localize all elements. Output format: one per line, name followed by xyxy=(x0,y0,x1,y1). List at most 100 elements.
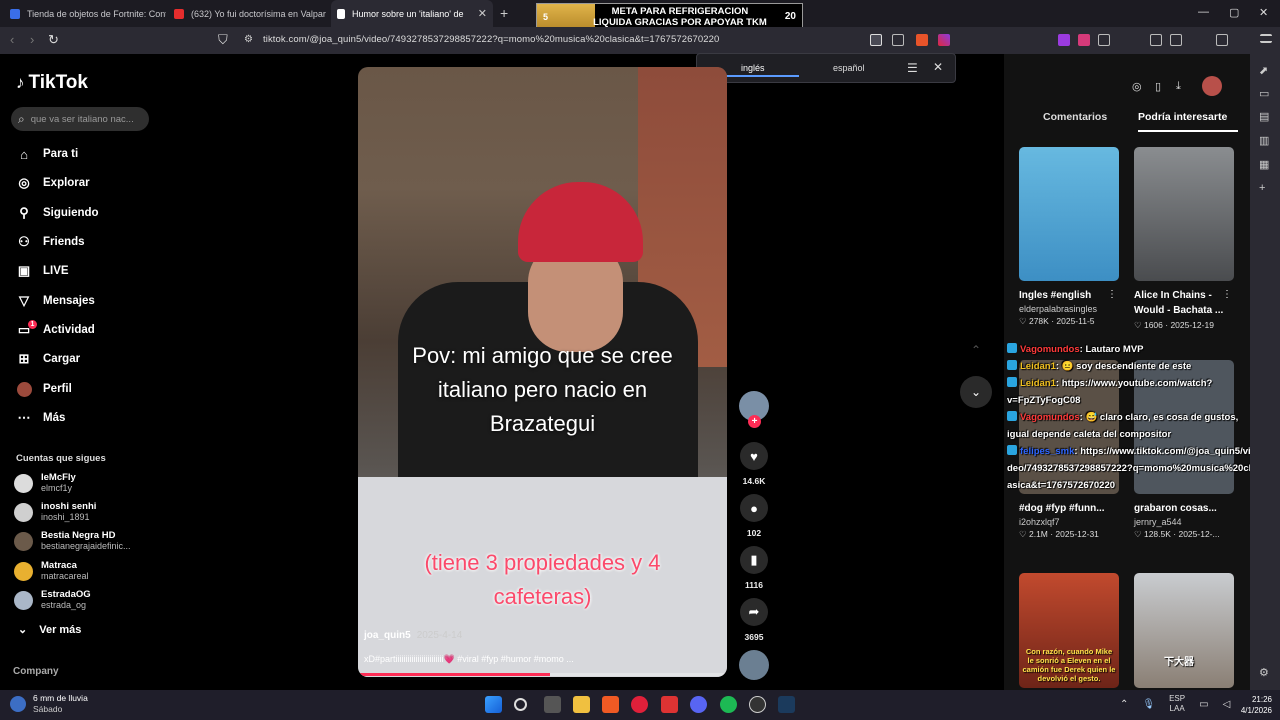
next-video-button[interactable]: ⌄ xyxy=(960,376,992,408)
discord-icon[interactable] xyxy=(690,696,707,713)
comment-button[interactable]: ● 102 xyxy=(738,494,770,538)
phone-icon[interactable]: ▯ xyxy=(1155,80,1161,93)
tiktok-logo[interactable]: ♪ TikTok xyxy=(16,72,88,94)
video-progress-bar[interactable] xyxy=(358,673,727,676)
close-tab-icon[interactable]: ✕ xyxy=(472,7,487,20)
tab-podria-interesarte[interactable]: Podría interesarte xyxy=(1138,111,1227,123)
app-red-icon[interactable] xyxy=(661,696,678,713)
brave-rewards-icon[interactable] xyxy=(938,34,950,46)
obs-icon[interactable] xyxy=(749,696,766,713)
translate-icon[interactable] xyxy=(870,34,882,46)
nav-cargar[interactable]: ⊞ Cargar xyxy=(16,348,81,370)
reload-icon[interactable]: ↻ xyxy=(48,32,59,48)
media-icon[interactable] xyxy=(1150,34,1162,46)
previous-video-button[interactable]: ⌃ xyxy=(960,334,992,366)
search-input[interactable]: ⌕ que va ser italiano nac... xyxy=(11,107,149,131)
user-avatar[interactable] xyxy=(1202,76,1222,96)
nav-live[interactable]: ▣ LIVE xyxy=(16,260,69,282)
volume-icon[interactable]: ◁ xyxy=(1223,699,1231,710)
extensions-icon[interactable] xyxy=(1098,34,1110,46)
task-view-icon[interactable] xyxy=(544,696,561,713)
following-account[interactable]: Bestia Negra HD bestianegrajaidefinic... xyxy=(14,529,131,553)
youtube-music-icon[interactable] xyxy=(631,696,648,713)
minimize-icon[interactable]: — xyxy=(1198,6,1209,18)
close-window-icon[interactable]: ✕ xyxy=(1259,6,1268,19)
sidebar-wallet-icon[interactable]: ▤ xyxy=(1259,110,1269,123)
banner-text: META PARA REFRIGERACION LIQUIDA GRACIAS … xyxy=(575,6,785,28)
file-explorer-icon[interactable] xyxy=(573,696,590,713)
tab-comentarios[interactable]: Comentarios xyxy=(1043,111,1107,123)
extension-2-icon[interactable] xyxy=(1078,34,1090,46)
wallet-icon[interactable] xyxy=(1216,34,1228,46)
sidebar-toggle-icon[interactable] xyxy=(1170,34,1182,46)
suggested-video-card[interactable]: Ingles #english elderpalabrasingles ♡ 27… xyxy=(1019,147,1119,327)
nav-explorar[interactable]: ◎ Explorar xyxy=(16,172,89,194)
video-player[interactable]: Pov: mi amigo que se cree italiano pero … xyxy=(358,67,727,677)
translate-close-icon[interactable]: ✕ xyxy=(933,60,943,74)
nav-perfil[interactable]: Perfil xyxy=(16,378,72,400)
sidebar-settings-icon[interactable]: ⚙ xyxy=(1259,666,1269,679)
tab-tiktok[interactable]: Humor sobre un 'italiano' de ✕ xyxy=(331,0,493,27)
see-more-button[interactable]: ⌄ Ver más xyxy=(18,623,81,636)
following-account[interactable]: Matraca matracareal xyxy=(14,559,89,583)
lang-from-tab[interactable]: inglés xyxy=(741,63,765,73)
youtube-favicon-icon xyxy=(174,8,184,19)
sidebar-add-icon[interactable]: + xyxy=(1259,182,1265,194)
more-options-icon[interactable]: ⋮ xyxy=(1222,289,1232,300)
nav-para-ti[interactable]: ⌂ Para ti xyxy=(16,143,78,165)
nav-actividad[interactable]: ▭ 1 Actividad xyxy=(16,319,95,341)
nav-friends[interactable]: ⚇ Friends xyxy=(16,231,84,253)
system-tray[interactable]: ⌃ 🎙 ESP LAA ▭ ◁ xyxy=(1120,694,1230,714)
extension-1-icon[interactable] xyxy=(1058,34,1070,46)
nav-mas[interactable]: ⋯ Más xyxy=(16,407,66,429)
like-button[interactable]: ♥ 14.6K xyxy=(738,442,770,486)
follow-plus-icon[interactable]: + xyxy=(748,415,761,428)
clock[interactable]: 21:26 4/1/2026 xyxy=(1232,694,1272,716)
share-icon[interactable] xyxy=(892,34,904,46)
sidebar-reading-icon[interactable]: ▦ xyxy=(1259,158,1269,171)
following-account[interactable]: EstradaOG estrada_og xyxy=(14,588,91,612)
tray-chevron-icon[interactable]: ⌃ xyxy=(1120,699,1128,710)
back-icon[interactable]: ‹ xyxy=(10,32,14,47)
card-user: jernry_a544 xyxy=(1134,517,1182,527)
following-account[interactable]: IeMcFly elmcf1y xyxy=(14,471,76,495)
network-icon[interactable]: ▭ xyxy=(1199,699,1208,710)
sidebar-tv-icon[interactable]: ▭ xyxy=(1259,87,1269,100)
address-bar[interactable]: tiktok.com/@joa_quin5/video/749327853729… xyxy=(263,34,719,45)
brave-shield-icon[interactable] xyxy=(916,34,928,46)
suggested-video-card[interactable]: Con razón, cuando Mike le sonrió a Eleve… xyxy=(1019,573,1119,688)
nav-siguiendo[interactable]: ⚲ Siguiendo xyxy=(16,202,98,224)
nav-mensajes[interactable]: ▽ Mensajes xyxy=(16,290,95,312)
taskbar-search-icon[interactable] xyxy=(514,698,527,711)
tab-youtube[interactable]: (632) Yo fui doctorísima en Valparaíso xyxy=(168,0,326,27)
download-icon[interactable]: ⤓ xyxy=(1176,80,1181,93)
more-options-icon[interactable]: ⋮ xyxy=(1107,289,1117,300)
windows-start-icon[interactable] xyxy=(485,696,502,713)
new-tab-button[interactable]: + xyxy=(500,5,508,21)
suggested-video-card[interactable]: Alice In Chains - Would - Bachata ... ♡ … xyxy=(1134,147,1234,331)
brave-browser-icon[interactable] xyxy=(602,696,619,713)
weather-widget[interactable]: 6 mm de lluvia Sábado xyxy=(10,693,88,715)
music-disc-avatar[interactable] xyxy=(739,650,769,680)
spotify-icon[interactable] xyxy=(720,696,737,713)
compass-small-icon[interactable]: ◎ xyxy=(1132,80,1142,93)
steam-icon[interactable] xyxy=(778,696,795,713)
sidebar-bookmarks-icon[interactable]: ▥ xyxy=(1259,134,1269,147)
forward-icon[interactable]: › xyxy=(30,32,34,47)
bookmark-icon[interactable]: ⛉ xyxy=(218,32,228,48)
mic-icon[interactable]: 🎙 xyxy=(1142,699,1155,710)
share-button[interactable]: ➦ 3695 xyxy=(738,598,770,642)
following-account[interactable]: inoshi senhi inoshi_1891 xyxy=(14,500,96,524)
lang-to-tab[interactable]: español xyxy=(833,63,865,73)
save-button[interactable]: ▮ 1116 xyxy=(738,546,770,590)
sidebar-rocket-icon[interactable]: ⬈ xyxy=(1259,64,1268,77)
translate-menu-icon[interactable]: ☰ xyxy=(907,61,918,75)
video-author[interactable]: joa_quin5 2025-4-14 xyxy=(364,630,462,641)
tab-fortnite[interactable]: Tienda de objetos de Fortnite: Conte xyxy=(4,0,166,27)
language-indicator[interactable]: ESP LAA xyxy=(1169,694,1185,714)
maximize-icon[interactable]: ▢ xyxy=(1229,6,1239,19)
suggested-video-card[interactable]: 下大器 xyxy=(1134,573,1234,688)
menu-icon[interactable] xyxy=(1260,34,1272,43)
company-link[interactable]: Company xyxy=(13,666,59,677)
site-settings-icon[interactable]: ⚙ xyxy=(244,34,253,45)
